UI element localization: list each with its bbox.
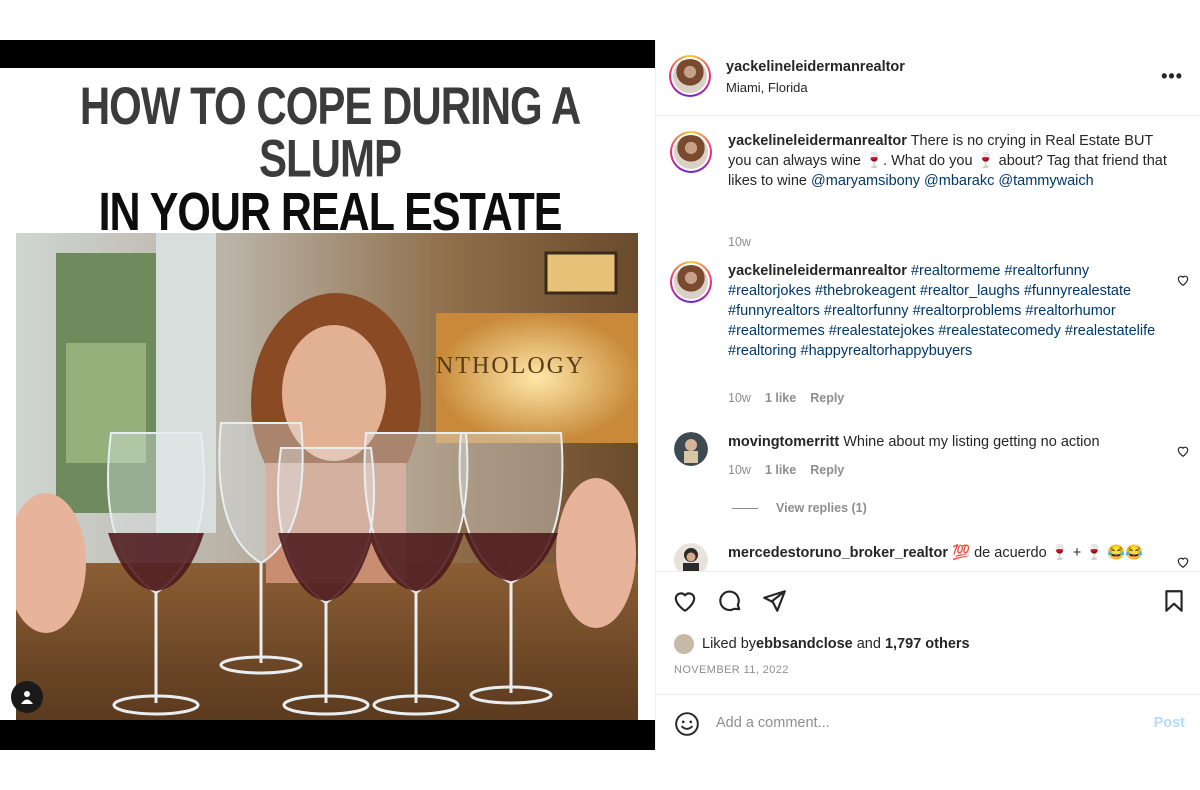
post-image-frame: HOW TO COPE DURING A SLUMP IN YOUR REAL … <box>0 68 655 720</box>
comment-username[interactable]: movingtomerritt <box>728 434 839 450</box>
commenter-avatar[interactable] <box>674 543 708 571</box>
liked-by[interactable]: Liked by ebbsandclose and 1,797 others <box>674 634 970 654</box>
post-actions: Liked by ebbsandclose and 1,797 others N… <box>656 571 1200 691</box>
comment-text: mercedestoruno_broker_realtor 💯 de acuer… <box>728 543 1168 563</box>
mention-link[interactable]: @maryamsibony <box>811 173 920 189</box>
view-replies-label: View replies (1) <box>776 501 867 515</box>
post-date[interactable]: NOVEMBER 11, 2022 <box>674 664 789 676</box>
comment-username[interactable]: yackelineleidermanrealtor <box>728 263 907 279</box>
comment-bubble-icon[interactable] <box>717 588 743 614</box>
comment-body: 💯 de acuerdo 🍷 + 🍷 😂😂 <box>948 545 1144 561</box>
reply-button[interactable]: Reply <box>810 463 844 477</box>
comment-meta: 10w 1 like Reply <box>728 391 844 405</box>
comment-time[interactable]: 10w <box>728 463 751 477</box>
like-comment-heart-icon[interactable] <box>1176 273 1190 287</box>
liked-by-prefix: Liked by <box>702 636 757 652</box>
author-username[interactable]: yackelineleidermanrealtor <box>726 59 905 75</box>
post-comment-button[interactable]: Post <box>1154 715 1185 731</box>
photo-sign-text: NTHOLOGY <box>436 353 585 379</box>
comment-text: movingtomerritt Whine about my listing g… <box>728 432 1168 452</box>
view-replies-button[interactable]: View replies (1) <box>732 501 867 515</box>
caption-text: yackelineleidermanrealtor There is no cr… <box>728 131 1168 191</box>
like-comment-heart-icon[interactable] <box>1176 444 1190 458</box>
liked-by-and: and <box>852 636 885 652</box>
comment-text: yackelineleidermanrealtor #realtormeme #… <box>728 261 1168 361</box>
wine-tasting-photo: NTHOLOGY <box>16 233 638 720</box>
replies-dash <box>732 508 758 510</box>
comment-time[interactable]: 10w <box>728 235 751 249</box>
post-media[interactable]: HOW TO COPE DURING A SLUMP IN YOUR REAL … <box>0 40 655 750</box>
comments-list[interactable]: yackelineleidermanrealtor There is no cr… <box>656 117 1200 571</box>
reply-button[interactable]: Reply <box>810 391 844 405</box>
post-side-panel: yackelineleidermanrealtor Miami, Florida… <box>655 40 1200 750</box>
comment-time[interactable]: 10w <box>728 391 751 405</box>
comment-username[interactable]: yackelineleidermanrealtor <box>728 133 907 149</box>
comment-input[interactable] <box>716 709 1116 737</box>
mention-link[interactable]: @tammywaich <box>998 173 1093 189</box>
post-location[interactable]: Miami, Florida <box>726 80 808 95</box>
commenter-avatar[interactable] <box>670 131 712 173</box>
post-header: yackelineleidermanrealtor Miami, Florida… <box>656 40 1200 116</box>
more-options-icon[interactable]: ••• <box>1161 66 1183 87</box>
liked-by-user[interactable]: ebbsandclose <box>756 636 853 652</box>
commenter-avatar[interactable] <box>674 432 708 466</box>
like-heart-icon[interactable] <box>672 588 698 614</box>
comment-body: Whine about my listing getting no action <box>839 434 1100 450</box>
comment-meta: 10w 1 like Reply <box>728 463 844 477</box>
tagged-users-icon[interactable] <box>11 681 43 713</box>
headline-line-1: HOW TO COPE DURING A SLUMP <box>79 76 581 188</box>
add-comment-bar: Post <box>656 694 1200 750</box>
commenter-avatar[interactable] <box>670 261 712 303</box>
comment-likes[interactable]: 1 like <box>765 391 796 405</box>
caption-meta: 10w <box>728 235 751 249</box>
like-comment-heart-icon[interactable] <box>1176 555 1190 569</box>
share-send-icon[interactable] <box>761 588 787 614</box>
liker-avatar <box>674 634 694 654</box>
emoji-icon[interactable] <box>674 711 700 737</box>
comment-likes[interactable]: 1 like <box>765 463 796 477</box>
comment-username[interactable]: mercedestoruno_broker_realtor <box>728 545 948 561</box>
author-avatar[interactable] <box>669 55 711 97</box>
mention-link[interactable]: @mbarakc <box>924 173 994 189</box>
save-bookmark-icon[interactable] <box>1161 588 1187 614</box>
liked-by-others[interactable]: 1,797 others <box>885 636 970 652</box>
